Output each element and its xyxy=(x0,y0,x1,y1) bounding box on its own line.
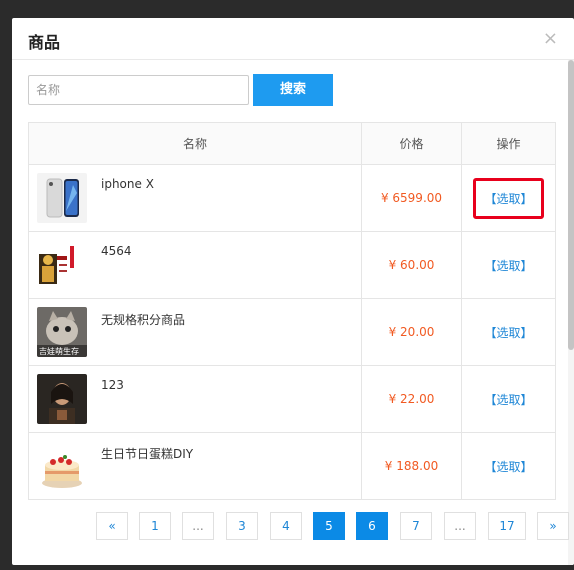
close-icon[interactable]: × xyxy=(543,30,558,48)
product-name: 123 xyxy=(101,378,124,392)
product-picker-dialog: 商品 × 名称 搜索 名称 价格 操作 iphone X ¥ 6599.00 【… xyxy=(12,18,574,565)
dialog-title: 商品 xyxy=(28,33,61,52)
cake-product-image xyxy=(37,441,87,491)
page-button-7[interactable]: 7 xyxy=(400,512,432,540)
select-button[interactable]: 【选取】 xyxy=(484,192,532,206)
product-table: 名称 价格 操作 iphone X ¥ 6599.00 【选取】 4564 ¥ … xyxy=(28,122,556,500)
table-row: iphone X ¥ 6599.00 【选取】 xyxy=(28,164,556,232)
product-price: ¥ 20.00 xyxy=(361,298,462,366)
search-input[interactable]: 名称 xyxy=(28,75,249,105)
page-button-1[interactable]: 1 xyxy=(139,512,171,540)
select-button[interactable]: 【选取】 xyxy=(484,259,532,273)
page-button-4[interactable]: 4 xyxy=(270,512,302,540)
portrait-product-image xyxy=(37,374,87,424)
page-button-17[interactable]: 17 xyxy=(488,512,526,540)
pagination-next-button[interactable]: » xyxy=(537,512,569,540)
cat-product-image: 吉娃萌生存 xyxy=(37,307,87,357)
pagination-prev-button[interactable]: « xyxy=(96,512,128,540)
product-price: ¥ 60.00 xyxy=(361,231,462,299)
poster-product-image xyxy=(37,240,87,290)
select-button[interactable]: 【选取】 xyxy=(484,326,532,340)
search-button[interactable]: 搜索 xyxy=(253,74,333,106)
select-button[interactable]: 【选取】 xyxy=(484,460,532,474)
column-header-price: 价格 xyxy=(361,122,462,165)
table-row: 4564 ¥ 60.00 【选取】 xyxy=(28,231,556,299)
dialog-header: 商品 × xyxy=(12,18,574,60)
table-row: 吉娃萌生存 无规格积分商品 ¥ 20.00 【选取】 xyxy=(28,298,556,366)
table-row: 生日节日蛋糕DIY ¥ 188.00 【选取】 xyxy=(28,432,556,500)
product-price: ¥ 188.00 xyxy=(361,432,462,500)
select-button[interactable]: 【选取】 xyxy=(484,393,532,407)
table-header-row: 名称 价格 操作 xyxy=(28,122,556,165)
page-button-6[interactable]: 6 xyxy=(356,512,388,540)
page-button-5[interactable]: 5 xyxy=(313,512,345,540)
product-name: iphone X xyxy=(101,177,154,191)
selection-highlight-box: 【选取】 xyxy=(473,177,544,219)
product-name: 4564 xyxy=(101,244,132,258)
column-header-name: 名称 xyxy=(28,122,362,165)
page-ellipsis: ... xyxy=(182,512,214,540)
product-name: 生日节日蛋糕DIY xyxy=(101,447,194,461)
page-ellipsis: ... xyxy=(444,512,476,540)
table-row: 123 ¥ 22.00 【选取】 xyxy=(28,365,556,433)
scrollbar-thumb[interactable] xyxy=(568,60,574,350)
product-price: ¥ 22.00 xyxy=(361,365,462,433)
product-name: 无规格积分商品 xyxy=(101,313,186,327)
column-header-action: 操作 xyxy=(461,122,556,165)
phone-product-image xyxy=(37,173,87,223)
page-button-3[interactable]: 3 xyxy=(226,512,258,540)
product-price: ¥ 6599.00 xyxy=(361,164,462,232)
image-caption: 吉娃萌生存 xyxy=(39,346,79,356)
